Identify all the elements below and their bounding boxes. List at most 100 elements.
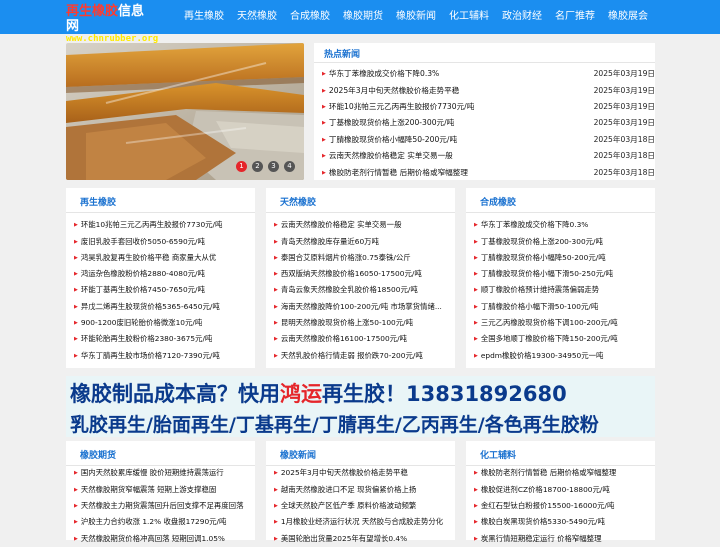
list-item[interactable]: 天然乳胶价格行情走弱 报价跌70-200元/吨 [274,347,451,364]
list-item[interactable]: 西双版纳天然橡胶价格16050-17500元/吨 [274,265,451,282]
list-item[interactable]: 环能轮胎再生胶粉价格2380-3675元/吨 [74,330,251,347]
hot-news-item-title[interactable]: 橡胶防老剂行情暂稳 后期价格或窄幅整理 [322,165,468,182]
list-item[interactable]: 美国轮胎出货量2025年有望增长0.4% [274,530,451,547]
card-rubber-futures: 橡胶期货 国内天然胶累库缓慢 胶价短期维持震荡运行 天然橡胶期货窄幅震荡 短期上… [66,441,255,543]
hot-news-item[interactable]: 2025年3月中旬天然橡胶价格走势平稳 2025年03月19日 [314,83,655,99]
list-item[interactable]: 丁腈橡胶价格小幅下滑50-100元/吨 [474,298,651,315]
list-item[interactable]: 全球天然胶产区低产季 原料价格波动频繁 [274,497,451,514]
nav-item-natural-rubber[interactable]: 天然橡胶 [235,0,279,34]
hot-news-item[interactable]: 云南天然橡胶价格稳定 实单交易一般 2025年03月18日 [314,148,655,164]
slider-page-3[interactable]: 3 [268,161,279,172]
list-item[interactable]: 华东丁腈再生胶市场价格7120-7390元/吨 [74,347,251,364]
list-item[interactable]: 天然橡胶期货窄幅震荡 短期上游支撑稳固 [74,481,251,498]
list-item[interactable]: 云南天然橡胶价格稳定 实单交易一般 [274,216,451,233]
list-item[interactable]: 900-1200废旧轮胎价格微涨10元/吨 [74,314,251,331]
divider [466,212,655,213]
nav-item-featured-factories[interactable]: 名厂推荐 [553,0,597,34]
list-item[interactable]: 2025年3月中旬天然橡胶价格走势平稳 [274,464,451,481]
list-item[interactable]: 丁腈橡胶现货价格小幅降50-200元/吨 [474,249,651,266]
hot-news-item[interactable]: 环能10兆帕三元乙丙再生胶报价7730元/吨 2025年03月19日 [314,99,655,115]
hot-news-item[interactable]: 丁基橡胶现货价格上涨200-300元/吨 2025年03月19日 [314,115,655,131]
list-item[interactable]: 炭黑行情短期稳定运行 价格窄幅整理 [474,530,651,547]
list-item[interactable]: 环能10兆帕三元乙丙再生胶报价7730元/吨 [74,216,251,233]
list-item[interactable]: 1月橡胶业经济运行状况 天然胶与合成胶走势分化 [274,513,451,530]
list-item[interactable]: 异戊二烯再生胶现货价格5365-6450元/吨 [74,298,251,315]
card-natural-rubber: 天然橡胶 云南天然橡胶价格稳定 实单交易一般 青岛天然橡胶库存量近60万吨 泰国… [266,188,455,368]
nav-item-rubber-news[interactable]: 橡胶新闻 [394,0,438,34]
list-item[interactable]: 云南天然橡胶价格16100-17500元/吨 [274,330,451,347]
nav-item-politics-finance[interactable]: 政治财经 [500,0,544,34]
slider-page-1[interactable]: 1 [236,161,247,172]
divider [266,212,455,213]
list-item[interactable]: 丁基橡胶现货价格上涨200-300元/吨 [474,233,651,250]
hot-news-item-title[interactable]: 云南天然橡胶价格稳定 实单交易一般 [322,148,453,165]
list-item[interactable]: 鸿运杂色橡胶粉价格2880-4080元/吨 [74,265,251,282]
card-rubber-news: 橡胶新闻 2025年3月中旬天然橡胶价格走势平稳 越南天然橡胶进口不足 现货偏紧… [266,441,455,543]
list-item[interactable]: 昆明天然橡胶现货价格上涨50-100元/吨 [274,314,451,331]
list-item[interactable]: 三元乙丙橡胶现货价格下调100-200元/吨 [474,314,651,331]
hot-news-item-title[interactable]: 2025年3月中旬天然橡胶价格走势平稳 [322,83,459,100]
list-item[interactable]: 泰国合艾原料烟片价格涨0.75泰铢/公斤 [274,249,451,266]
list-item[interactable]: 橡胶白炭黑现货价格5330-5490元/吨 [474,513,651,530]
logo-title-red: 再生橡胶 [66,4,119,19]
card-title[interactable]: 橡胶新闻 [280,448,316,461]
slider-page-4[interactable]: 4 [284,161,295,172]
card-synthetic-rubber: 合成橡胶 华东丁苯橡胶成交价格下降0.3% 丁基橡胶现货价格上涨200-300元… [466,188,655,368]
top-navbar: 再生橡胶信息网 www.chnrubber.org 再生橡胶 天然橡胶 合成橡胶… [0,0,720,44]
card-title[interactable]: 化工辅料 [480,448,516,461]
list-item[interactable]: 天然橡胶期货价格冲高回落 短期回调1.05% [74,530,251,547]
nav-item-recycled-rubber[interactable]: 再生橡胶 [182,0,226,34]
list-item[interactable]: 废旧乳胶手套回收价5050-6590元/吨 [74,233,251,250]
slider-page-2[interactable]: 2 [252,161,263,172]
list-item[interactable]: 橡胶促进剂CZ价格18700-18800元/吨 [474,481,651,498]
hot-news-item-date: 2025年03月19日 [593,69,655,78]
site-logo[interactable]: 再生橡胶信息网 www.chnrubber.org [66,4,158,44]
card-title[interactable]: 橡胶期货 [80,448,116,461]
logo-title: 再生橡胶信息网 [66,4,154,34]
card-title[interactable]: 再生橡胶 [80,195,116,208]
hot-news-item-date: 2025年03月19日 [593,86,655,95]
hot-news-item[interactable]: 华东丁苯橡胶成交价格下降0.3% 2025年03月19日 [314,66,655,82]
hot-news-item-date: 2025年03月18日 [593,168,655,177]
list-item[interactable]: 青岛天然橡胶库存量近60万吨 [274,233,451,250]
banner-headline: 橡胶制品成本高？快用鸿运再生胶！13831892680 [70,378,567,408]
list-item[interactable]: 天然橡胶主力期货震荡回升后回支撑不足再度回落 [74,497,251,514]
list-item[interactable]: 金红石型钛白粉报价15500-16000元/吨 [474,497,651,514]
hero-slider[interactable]: 1 2 3 4 [66,43,304,180]
list-item[interactable]: 国内天然胶累库缓慢 胶价短期维持震荡运行 [74,464,251,481]
hot-news-item-title[interactable]: 环能10兆帕三元乙丙再生胶报价7730元/吨 [322,99,474,116]
list-item[interactable]: 环能丁基再生胶价格7450-7650元/吨 [74,281,251,298]
hot-news-panel: 热点新闻 华东丁苯橡胶成交价格下降0.3% 2025年03月19日 2025年3月… [314,43,655,180]
list-item[interactable]: epdm橡胶价格19300-34950元一吨 [474,347,651,364]
list-item[interactable]: 顺丁橡胶价格预计维持震荡偏弱走势 [474,281,651,298]
hot-news-item[interactable]: 丁腈橡胶现货价格小幅降50-200元/吨 2025年03月18日 [314,132,655,148]
hot-news-item-date: 2025年03月18日 [593,135,655,144]
list-item[interactable]: 华东丁苯橡胶成交价格下降0.3% [474,216,651,233]
hot-news-item[interactable]: 橡胶防老剂行情暂稳 后期价格或窄幅整理 2025年03月18日 [314,165,655,181]
hot-news-item-title[interactable]: 华东丁苯橡胶成交价格下降0.3% [322,66,439,83]
list-item[interactable]: 橡胶防老剂行情暂稳 后期价格或窄幅整理 [474,464,651,481]
hot-news-item-date: 2025年03月19日 [593,102,655,111]
nav-item-chemical-auxiliaries[interactable]: 化工辅料 [447,0,491,34]
list-item[interactable]: 全国多地顺丁橡胶价格下降150-200元/吨 [474,330,651,347]
hero-rubber-photo [66,43,304,180]
hot-news-title: 热点新闻 [324,50,361,60]
list-item[interactable]: 青岛云象天然橡胶全乳胶价格18500元/吨 [274,281,451,298]
ad-banner[interactable]: 橡胶制品成本高？快用鸿运再生胶！13831892680 乳胶再生/胎面再生/丁基… [66,376,655,437]
card-title[interactable]: 合成橡胶 [480,195,516,208]
nav-item-rubber-expo[interactable]: 橡胶展会 [606,0,650,34]
list-item[interactable]: 鸿昊乳胶复再生胶价格平稳 商家量大从优 [74,249,251,266]
card-title[interactable]: 天然橡胶 [280,195,316,208]
card-chemical-auxiliaries: 化工辅料 橡胶防老剂行情暂稳 后期价格或窄幅整理 橡胶促进剂CZ价格18700-… [466,441,655,543]
list-item[interactable]: 沪胶主力合约收涨 1.2% 收盘报17290元/吨 [74,513,251,530]
hot-news-item-title[interactable]: 丁腈橡胶现货价格小幅降50-200元/吨 [322,132,457,149]
card-recycled-rubber: 再生橡胶 环能10兆帕三元乙丙再生胶报价7730元/吨 废旧乳胶手套回收价505… [66,188,255,368]
list-item[interactable]: 越南天然橡胶进口不足 现货偏紧价格上扬 [274,481,451,498]
nav-item-rubber-futures[interactable]: 橡胶期货 [341,0,385,34]
banner-headline-part1: 橡胶制品成本高？快用 [70,382,280,406]
nav-item-synthetic-rubber[interactable]: 合成橡胶 [288,0,332,34]
list-item[interactable]: 丁腈橡胶现货价格小幅下滑50-250元/吨 [474,265,651,282]
hot-news-item-date: 2025年03月18日 [593,151,655,160]
list-item[interactable]: 海南天然橡胶降价100-200元/吨 市场掌货情绪... [274,298,451,315]
hot-news-item-title[interactable]: 丁基橡胶现货价格上涨200-300元/吨 [322,115,454,132]
